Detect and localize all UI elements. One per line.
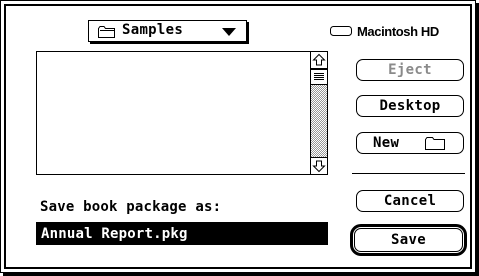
save-button[interactable]: Save — [354, 228, 463, 252]
file-list[interactable] — [36, 51, 328, 175]
new-folder-label: New — [373, 135, 400, 151]
folder-popup-menu[interactable]: Samples — [88, 20, 247, 42]
folder-popup-label: Samples — [122, 22, 184, 38]
desktop-button[interactable]: Desktop — [356, 95, 464, 117]
file-list-scrollbar[interactable] — [310, 52, 327, 174]
scroll-up-arrow[interactable] — [311, 52, 327, 69]
button-divider — [352, 173, 465, 174]
up-arrow-icon — [312, 53, 326, 66]
save-prompt-label: Save book package as: — [40, 199, 222, 215]
down-arrow-icon — [312, 160, 326, 173]
volume-name: Macintosh HD — [357, 23, 439, 39]
scroll-down-arrow[interactable] — [311, 157, 327, 174]
eject-button[interactable]: Eject — [356, 59, 464, 81]
hard-drive-icon — [330, 26, 352, 36]
scroll-thumb[interactable] — [311, 69, 327, 85]
filename-field[interactable]: Annual Report.pkg — [36, 222, 328, 245]
cancel-button[interactable]: Cancel — [356, 190, 464, 212]
new-folder-button[interactable]: New — [356, 132, 464, 154]
folder-icon — [98, 26, 115, 38]
folder-icon — [425, 137, 445, 150]
chevron-down-icon — [222, 28, 236, 36]
grip-icon — [314, 73, 324, 80]
volume-indicator: Macintosh HD — [330, 23, 439, 39]
